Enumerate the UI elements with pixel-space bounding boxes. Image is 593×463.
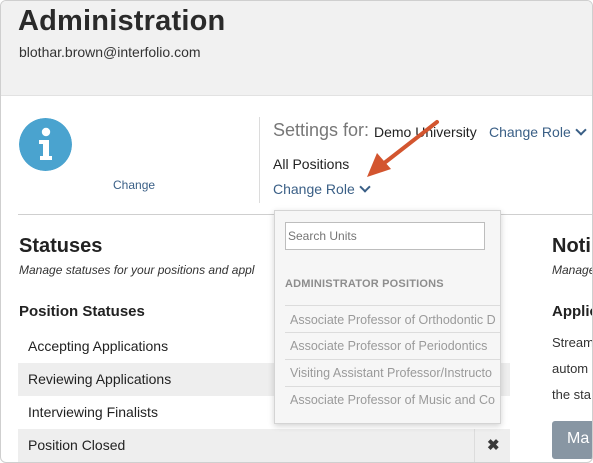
position-statuses-heading: Position Statuses xyxy=(19,303,145,320)
dropdown-divider xyxy=(285,386,500,387)
all-positions-label: All Positions xyxy=(273,156,350,172)
notification-text-line: the sta xyxy=(552,387,592,402)
page-title: Administration xyxy=(18,5,226,37)
dropdown-item[interactable]: Associate Professor of Orthodontic D xyxy=(290,313,500,327)
settings-label: Settings for: xyxy=(273,120,370,140)
annotation-arrow-icon xyxy=(367,120,439,177)
applications-heading: Applic xyxy=(552,303,592,320)
status-label: Accepting Applications xyxy=(28,338,169,354)
dropdown-section-header: ADMINISTRATOR POSITIONS xyxy=(285,278,444,290)
statuses-description: Manage statuses for your positions and a… xyxy=(19,263,255,277)
dropdown-item[interactable]: Associate Professor of Periodontics xyxy=(290,339,500,353)
status-row: Position Closed ✖ xyxy=(18,429,510,462)
user-email: blothar.brown@interfolio.com xyxy=(19,44,201,60)
page-header: Administration blothar.brown@interfolio.… xyxy=(1,1,592,96)
manage-button-label: Ma xyxy=(567,430,590,447)
change-role-label: Change Role xyxy=(273,181,355,197)
status-label: Position Closed xyxy=(28,437,126,453)
change-role-dropdown-trigger[interactable]: Change Role xyxy=(273,181,371,197)
delete-status-icon[interactable]: ✖ xyxy=(487,436,500,454)
notification-text-line: autom xyxy=(552,361,589,376)
change-role-label: Change Role xyxy=(489,124,571,140)
info-icon xyxy=(19,118,72,171)
dropdown-divider xyxy=(285,332,500,333)
notifications-description: Manage xyxy=(552,263,592,277)
manage-button[interactable]: Ma xyxy=(552,421,592,459)
notification-text-line: Stream xyxy=(552,335,592,350)
search-units-input[interactable] xyxy=(285,222,485,250)
change-profile-link[interactable]: Change xyxy=(113,178,155,192)
status-label: Reviewing Applications xyxy=(28,371,172,387)
dropdown-item[interactable]: Associate Professor of Music and Co xyxy=(290,393,500,407)
change-role-link-top[interactable]: Change Role xyxy=(489,124,587,140)
chevron-down-icon xyxy=(359,181,371,193)
chevron-down-icon xyxy=(575,124,587,136)
dropdown-divider xyxy=(285,359,500,360)
cell-divider xyxy=(474,429,475,462)
dropdown-divider xyxy=(285,305,500,306)
dropdown-item[interactable]: Visiting Assistant Professor/Instructo xyxy=(290,366,500,380)
statuses-title: Statuses xyxy=(19,235,103,257)
status-label: Interviewing Finalists xyxy=(28,404,158,420)
role-dropdown-menu: ADMINISTRATOR POSITIONS Associate Profes… xyxy=(274,210,501,424)
app-window: Administration blothar.brown@interfolio.… xyxy=(0,0,593,463)
vertical-divider xyxy=(259,117,260,203)
notifications-title: Noti xyxy=(552,235,591,257)
